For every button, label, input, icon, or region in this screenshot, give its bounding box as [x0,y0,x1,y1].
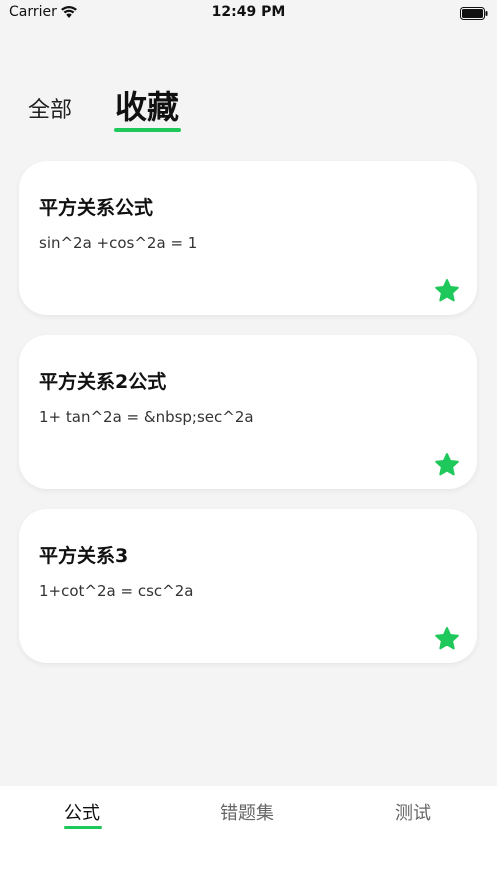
card-title: 平方关系3 [39,545,129,567]
active-nav-indicator [64,826,102,829]
card-formula: sin^2a +cos^2a = 1 [39,234,198,252]
card-formula: 1+ tan^2a = &nbsp;sec^2a [39,408,254,426]
formula-card[interactable]: 平方关系2公式 1+ tan^2a = &nbsp;sec^2a [19,335,477,489]
tab-favorites[interactable]: 收藏 [115,82,179,128]
nav-item-wrong-answers[interactable]: 错题集 [220,799,274,825]
status-time: 12:49 PM [211,4,286,20]
card-title: 平方关系2公式 [39,371,167,393]
category-tabs: 全部 收藏 [0,70,497,140]
formula-card-list: 平方关系公式 sin^2a +cos^2a = 1 平方关系2公式 1+ tan… [19,161,477,683]
star-icon[interactable] [434,278,460,304]
formula-card[interactable]: 平方关系公式 sin^2a +cos^2a = 1 [19,161,477,315]
star-icon[interactable] [434,626,460,652]
nav-item-test[interactable]: 测试 [395,799,431,825]
tab-all[interactable]: 全部 [28,92,72,124]
formula-card[interactable]: 平方关系3 1+cot^2a = csc^2a [19,509,477,663]
card-formula: 1+cot^2a = csc^2a [39,582,194,600]
active-tab-indicator [114,128,181,132]
status-bar: Carrier 12:49 PM [0,0,497,26]
battery-icon [460,5,488,24]
card-title: 平方关系公式 [39,197,154,219]
bottom-nav: 公式 错题集 测试 [0,786,497,883]
star-icon[interactable] [434,452,460,478]
nav-item-formula[interactable]: 公式 [64,799,100,825]
